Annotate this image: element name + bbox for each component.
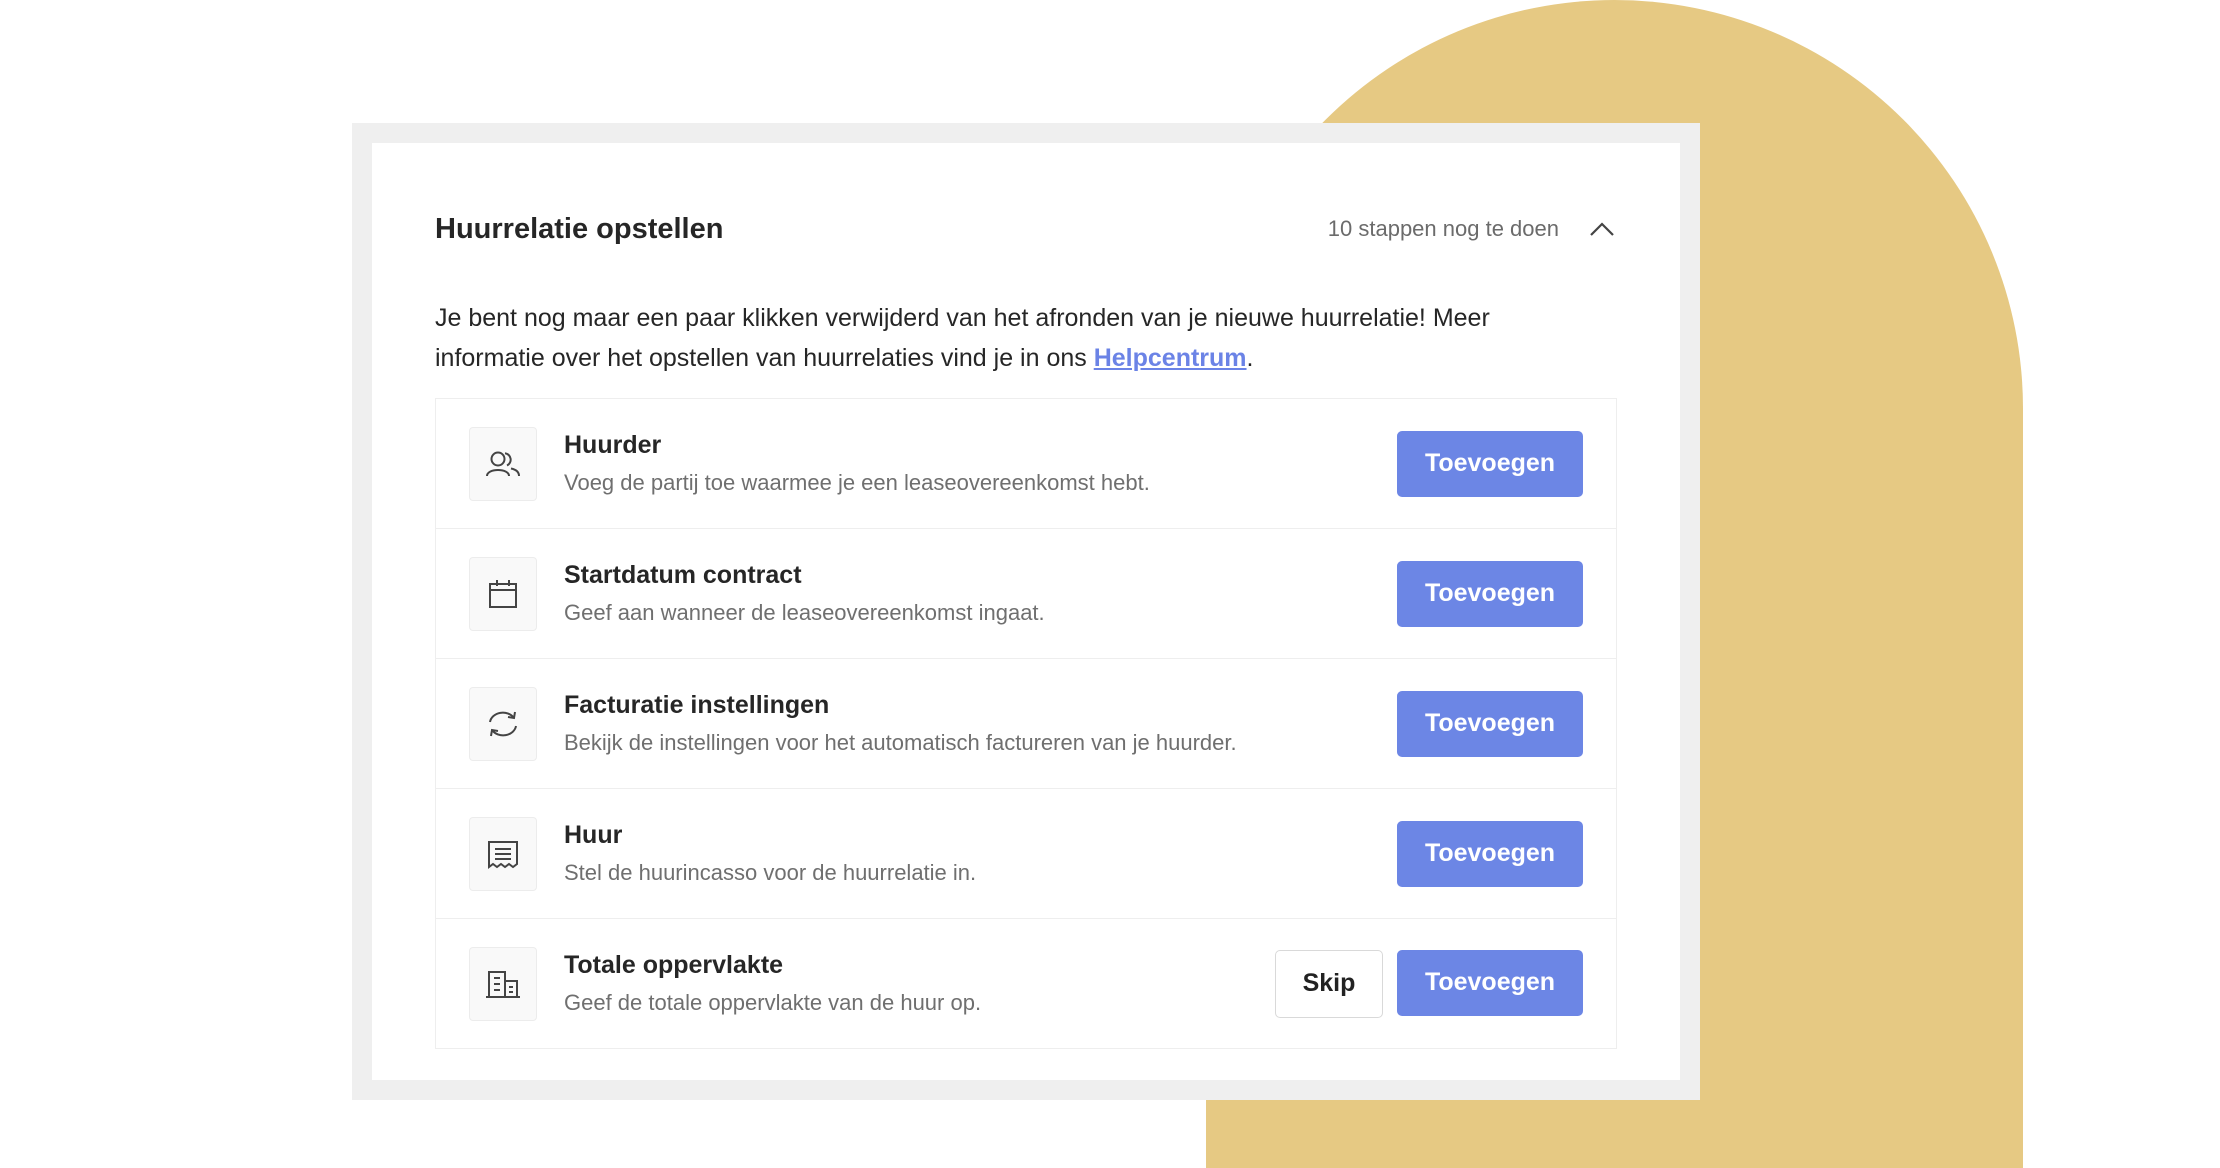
step-description: Geef aan wanneer de leaseovereenkomst in… [564,600,1045,625]
header-right: 10 stappen nog te doen [1328,214,1617,244]
intro-text: Je bent nog maar een paar klikken verwij… [435,304,1490,372]
users-icon [469,426,537,501]
step-text: Totale oppervlakte Geef de totale opperv… [564,951,1275,1016]
step-text: Huurder Voeg de partij toe waarmee je ee… [564,431,1397,496]
building-icon [469,946,537,1021]
setup-card: Huurrelatie opstellen 10 stappen nog te … [372,143,1680,1080]
card-title: Huurrelatie opstellen [435,212,724,245]
steps-remaining: 10 stappen nog te doen [1327,216,1559,241]
receipt-icon [469,816,537,891]
intro-paragraph: Je bent nog maar een paar klikken verwij… [435,298,1580,378]
step-title: Facturatie instellingen [564,691,830,719]
list-item: Huurder Voeg de partij toe waarmee je ee… [436,399,1616,529]
step-description: Stel de huurincasso voor de huurrelatie … [564,860,977,885]
step-text: Facturatie instellingen Bekijk de instel… [564,691,1397,756]
step-actions: Toevoegen [1397,560,1583,627]
step-description: Geef de totale oppervlakte van de huur o… [564,990,982,1015]
step-actions: Toevoegen [1397,430,1583,497]
calendar-icon [469,556,537,631]
steps-list: Huurder Voeg de partij toe waarmee je ee… [435,398,1617,1049]
list-item: Huur Stel de huurincasso voor de huurrel… [436,789,1616,919]
add-total-area-button[interactable]: Toevoegen [1397,949,1583,1016]
refresh-icon [469,686,537,761]
collapse-button[interactable] [1587,214,1617,244]
step-text: Startdatum contract Geef aan wanneer de … [564,561,1397,626]
add-billing-settings-button[interactable]: Toevoegen [1397,690,1583,757]
step-description: Voeg de partij toe waarmee je een leaseo… [564,470,1150,495]
add-start-date-button[interactable]: Toevoegen [1397,560,1583,627]
list-item: Facturatie instellingen Bekijk de instel… [436,659,1616,789]
helpcenter-link[interactable]: Helpcentrum [1094,344,1247,372]
skip-button[interactable]: Skip [1275,949,1383,1018]
step-title: Startdatum contract [564,561,802,589]
step-title: Totale oppervlakte [564,951,784,979]
step-text: Huur Stel de huurincasso voor de huurrel… [564,821,1397,886]
chevron-up-icon [1589,221,1615,237]
step-title: Huurder [564,431,662,459]
add-rent-button[interactable]: Toevoegen [1397,820,1583,887]
card-header: Huurrelatie opstellen 10 stappen nog te … [435,205,1617,253]
step-actions: Skip Toevoegen [1275,949,1583,1018]
intro-end: . [1246,344,1254,372]
step-description: Bekijk de instellingen voor het automati… [564,730,1237,755]
step-actions: Toevoegen [1397,690,1583,757]
add-tenant-button[interactable]: Toevoegen [1397,430,1583,497]
list-item: Startdatum contract Geef aan wanneer de … [436,529,1616,659]
step-title: Huur [564,821,623,849]
step-actions: Toevoegen [1397,820,1583,887]
card-frame: Huurrelatie opstellen 10 stappen nog te … [352,123,1700,1100]
list-item: Totale oppervlakte Geef de totale opperv… [436,919,1616,1049]
